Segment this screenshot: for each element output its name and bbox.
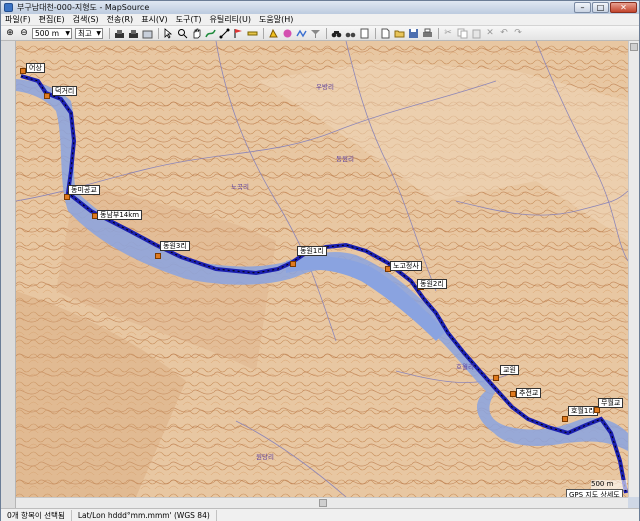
zoom-tool-icon[interactable] (176, 27, 188, 39)
pan-tool-icon[interactable] (190, 27, 202, 39)
waypoint-label[interactable]: 덕거리 (52, 86, 78, 96)
town-label: 원당리 (256, 453, 274, 461)
waypoint-label[interactable]: 추전교 (516, 388, 542, 398)
waypoint-label[interactable]: 동원2리 (417, 279, 447, 289)
map-upload-icon[interactable] (127, 27, 139, 39)
new-file-icon[interactable] (379, 27, 391, 39)
town-label: 호월리 (456, 363, 474, 371)
vertical-scrollbar[interactable] (628, 41, 639, 497)
waypoint-label[interactable]: 동원1리 (297, 246, 327, 256)
horizontal-scrollbar[interactable] (16, 497, 628, 508)
map-view[interactable]: 어상 덕거리 동미공교 동남부14km 동원3리 동원1리 노고정사 동원2리 … (16, 41, 628, 497)
track-tool-icon[interactable] (218, 27, 230, 39)
waypoint-label[interactable]: 동원3리 (160, 241, 190, 251)
waypoint-label[interactable]: 교원 (500, 365, 519, 375)
menu-view[interactable]: 표시(V) (137, 14, 171, 25)
print-icon[interactable] (421, 27, 433, 39)
gps-detail-label: GPS 지도 상세도 (566, 489, 623, 497)
map-canvas (16, 41, 628, 497)
waypoint-flag[interactable] (44, 93, 50, 99)
menu-utilities[interactable]: 유틸리티(U) (205, 14, 255, 25)
filter-icon[interactable] (309, 27, 321, 39)
show-tracks-icon[interactable] (295, 27, 307, 39)
scale-select-value: 500 m (35, 28, 60, 38)
scale-select[interactable]: 500 m ▼ (32, 27, 72, 39)
title-bar: 부구남대천-000-지형도 - MapSource – □ ✕ (1, 1, 639, 14)
detail-select[interactable]: 최고 ▼ (75, 27, 103, 39)
town-label: 노곡리 (231, 183, 249, 191)
menu-tools[interactable]: 도구(T) (172, 14, 206, 25)
open-folder-icon[interactable] (393, 27, 405, 39)
map-product-icon[interactable] (141, 27, 153, 39)
waypoint-label[interactable]: 무월교 (598, 398, 624, 408)
waypoint-flag[interactable] (155, 253, 161, 259)
copy-icon[interactable] (456, 27, 468, 39)
undo-icon[interactable]: ↶ (498, 27, 510, 39)
menu-transfer[interactable]: 전송(R) (103, 14, 138, 25)
maximize-button[interactable]: □ (592, 2, 609, 13)
status-bar: 0개 항목이 선택됨 Lat/Lon hddd°mm.mmm' (WGS 84) (1, 508, 639, 521)
menu-help[interactable]: 도움말(H) (255, 14, 297, 25)
zoom-in-icon[interactable]: ⊕ (4, 27, 16, 39)
select-tool-icon[interactable] (162, 27, 174, 39)
redo-icon[interactable]: ↷ (512, 27, 524, 39)
menu-bar: 파일(F) 편집(E) 검색(S) 전송(R) 표시(V) 도구(T) 유틸리티… (1, 14, 639, 26)
paste-icon[interactable] (470, 27, 482, 39)
window-title: 부구남대천-000-지형도 - MapSource (17, 3, 150, 12)
detail-select-value: 최고 (78, 28, 92, 38)
zoom-out-icon[interactable]: ⊖ (18, 27, 30, 39)
selection-status: 0개 항목이 선택됨 (1, 509, 72, 521)
waypoint-flag[interactable] (562, 416, 568, 422)
waypoint-tool-icon[interactable] (232, 27, 244, 39)
waypoint-flag[interactable] (493, 375, 499, 381)
left-panel-collapsed[interactable] (1, 41, 16, 508)
waypoint-label[interactable]: 동남부14km (97, 210, 143, 220)
waypoint-label[interactable]: 동미공교 (68, 185, 100, 195)
app-window: 부구남대천-000-지형도 - MapSource – □ ✕ 파일(F) 편집… (0, 0, 640, 521)
measure-tool-icon[interactable] (246, 27, 258, 39)
recent-finds-icon[interactable] (358, 27, 370, 39)
find-icon[interactable] (330, 27, 342, 39)
horizontal-scroll-thumb[interactable] (319, 499, 327, 507)
map-download-icon[interactable] (113, 27, 125, 39)
vertical-scroll-thumb[interactable] (630, 43, 638, 51)
delete-icon[interactable]: ✕ (484, 27, 496, 39)
town-label: 우방리 (316, 83, 334, 91)
show-routes-icon[interactable] (281, 27, 293, 39)
cut-icon[interactable]: ✂ (442, 27, 454, 39)
find-nearby-icon[interactable] (344, 27, 356, 39)
waypoint-label[interactable]: 어상 (26, 63, 45, 73)
waypoint-label[interactable]: 노고정사 (390, 261, 422, 271)
menu-file[interactable]: 파일(F) (1, 14, 35, 25)
toolbar: ⊕ ⊖ 500 m ▼ 최고 ▼ ✂ ✕ ↶ ↷ (1, 26, 639, 41)
minimize-button[interactable]: – (574, 2, 591, 13)
save-icon[interactable] (407, 27, 419, 39)
menu-edit[interactable]: 편집(E) (35, 14, 69, 25)
close-button[interactable]: ✕ (610, 2, 637, 13)
waypoint-flag[interactable] (290, 261, 296, 267)
route-tool-icon[interactable] (204, 27, 216, 39)
menu-search[interactable]: 검색(S) (69, 14, 103, 25)
coordinate-format: Lat/Lon hddd°mm.mmm' (WGS 84) (72, 509, 217, 521)
app-icon (4, 3, 13, 12)
town-label: 동원리 (336, 155, 354, 163)
show-waypoints-icon[interactable] (267, 27, 279, 39)
